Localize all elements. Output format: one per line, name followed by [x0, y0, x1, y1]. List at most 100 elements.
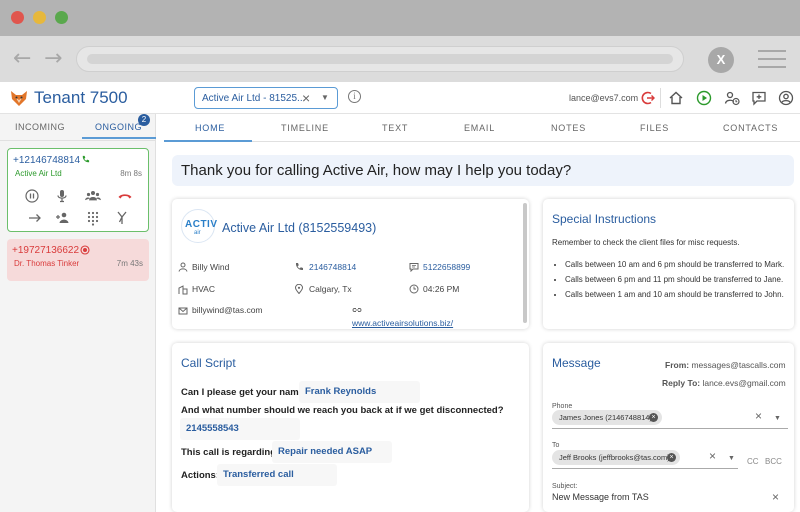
company-industry: HVAC [192, 284, 215, 294]
company-card: ACTIV air Active Air Ltd (8152559493) Bi… [172, 199, 529, 329]
record-icon [80, 245, 90, 255]
logout-icon[interactable] [640, 90, 656, 106]
script-question-regarding: This call is regarding? [181, 447, 282, 458]
account-icon[interactable] [778, 90, 794, 106]
dialpad-icon[interactable] [85, 210, 101, 226]
tab-notes[interactable]: NOTES [551, 123, 586, 133]
add-participant-icon[interactable] [55, 210, 71, 226]
to-field-label: To [552, 442, 560, 449]
tab-contacts[interactable]: CONTACTS [723, 123, 778, 133]
tab-incoming[interactable]: INCOMING [15, 122, 65, 132]
callback-number-input[interactable]: 2145558543 [180, 418, 300, 440]
microphone-icon[interactable] [54, 188, 70, 204]
actions-input[interactable]: Transferred call [217, 464, 337, 486]
back-arrow-icon[interactable]: ← [13, 48, 31, 70]
company-fax[interactable]: 5122658899 [423, 262, 470, 272]
company-website[interactable]: www.activeairsolutions.biz/ [352, 318, 453, 328]
company-select[interactable]: Active Air Ltd - 81525... × ▼ [194, 87, 338, 109]
caller-name-input[interactable]: Frank Reynolds [299, 381, 420, 403]
script-question-name: Can I please get your name? [181, 387, 310, 398]
app-header: Tenant 7500 Active Air Ltd - 81525... × … [0, 82, 800, 114]
company-phone[interactable]: 2146748814 [309, 262, 356, 272]
tenant-title: Tenant 7500 [34, 88, 128, 107]
tab-ongoing[interactable]: ONGOING [95, 122, 142, 132]
forward-arrow-icon[interactable]: → [44, 48, 62, 70]
clock-icon [409, 284, 419, 294]
tab-email[interactable]: EMAIL [464, 123, 495, 133]
merge-call-icon[interactable] [114, 210, 130, 226]
tab-timeline[interactable]: TIMELINE [281, 123, 329, 133]
instructions-title: Special Instructions [552, 212, 657, 226]
browser-titlebar [0, 0, 800, 36]
window-minimize-dot[interactable] [33, 11, 46, 24]
person-icon [178, 262, 188, 272]
company-email[interactable]: billywind@tas.com [192, 305, 263, 315]
list-item: Calls between 10 am and 6 pm should be t… [565, 260, 791, 269]
phone-chip: James Jones (2146748814) [552, 410, 662, 425]
clear-icon[interactable]: × [772, 490, 779, 504]
script-question-callback: And what number should we reach you back… [181, 405, 504, 416]
tab-home[interactable]: HOME [195, 123, 225, 133]
tab-files[interactable]: FILES [640, 123, 669, 133]
fax-icon [409, 263, 419, 272]
scrollbar[interactable] [523, 203, 527, 323]
cc-button[interactable]: CC [747, 457, 759, 466]
call-company: Active Air Ltd [15, 169, 62, 178]
divider [0, 140, 156, 141]
user-email: lance@evs7.com [569, 93, 639, 103]
chevron-down-icon[interactable]: ▼ [774, 415, 781, 422]
call-card-waiting[interactable]: +19727136622 Dr. Thomas Tinker 7m 43s [7, 239, 149, 281]
call-number: +12146748814 [13, 155, 81, 166]
clear-icon[interactable]: × [302, 90, 310, 106]
menu-icon[interactable] [758, 50, 786, 74]
bcc-button[interactable]: BCC [765, 457, 782, 466]
hang-up-icon[interactable] [117, 188, 133, 204]
regarding-input[interactable]: Repair needed ASAP [272, 441, 392, 463]
tab-text[interactable]: TEXT [382, 123, 408, 133]
link-icon [352, 308, 362, 312]
company-logo: ACTIV air [181, 209, 217, 243]
clear-icon[interactable]: × [709, 449, 716, 463]
remove-chip-icon[interactable]: × [667, 453, 676, 462]
conference-icon[interactable] [85, 188, 101, 204]
browser-close-button[interactable]: X [708, 47, 734, 73]
clear-icon[interactable]: × [755, 409, 762, 423]
phone-field[interactable] [552, 428, 788, 429]
call-number: +19727136622 [12, 245, 80, 256]
greeting-banner: Thank you for calling Active Air, how ma… [172, 155, 794, 186]
chevron-down-icon[interactable]: ▼ [728, 455, 735, 462]
ongoing-count-badge: 2 [138, 114, 150, 126]
home-icon[interactable] [668, 90, 684, 106]
info-icon[interactable]: i [348, 90, 361, 103]
to-field[interactable] [552, 468, 738, 469]
email-icon [178, 307, 188, 315]
fox-logo-icon [11, 91, 27, 106]
instructions-list: Calls between 10 am and 6 pm should be t… [565, 260, 791, 305]
play-icon[interactable] [696, 90, 712, 106]
chevron-down-icon[interactable]: ▼ [321, 93, 329, 102]
pause-icon[interactable] [24, 188, 40, 204]
subject-field-label: Subject: [552, 483, 578, 490]
subject-input[interactable]: New Message from TAS [552, 492, 649, 502]
address-bar[interactable] [76, 46, 684, 72]
call-card-active[interactable]: +12146748814 Active Air Ltd 8m 8s [7, 148, 149, 232]
remove-chip-icon[interactable]: × [649, 413, 658, 422]
instructions-intro: Remember to check the client files for m… [552, 238, 740, 247]
add-message-icon[interactable] [751, 90, 767, 106]
window-close-dot[interactable] [11, 11, 24, 24]
to-chip: Jeff Brooks (jeffbrooks@tas.com) [552, 450, 680, 465]
special-instructions-card: Special Instructions Remember to check t… [543, 199, 794, 329]
message-card: Message From: messages@tascalls.com Repl… [543, 343, 794, 512]
phone-icon [295, 263, 303, 271]
message-reply-to: Reply To: lance.evs@gmail.com [662, 378, 786, 388]
active-tab-indicator [82, 137, 156, 139]
list-item: Calls between 1 am and 10 am should be t… [565, 290, 791, 299]
phone-field-label: Phone [552, 403, 573, 410]
transfer-arrow-icon[interactable] [27, 210, 43, 226]
company-name: Active Air Ltd (8152559493) [222, 221, 377, 235]
company-local-time: 04:26 PM [423, 284, 460, 294]
window-maximize-dot[interactable] [55, 11, 68, 24]
header-divider [660, 88, 661, 108]
message-title: Message [552, 356, 601, 370]
user-clock-icon[interactable] [724, 90, 740, 106]
